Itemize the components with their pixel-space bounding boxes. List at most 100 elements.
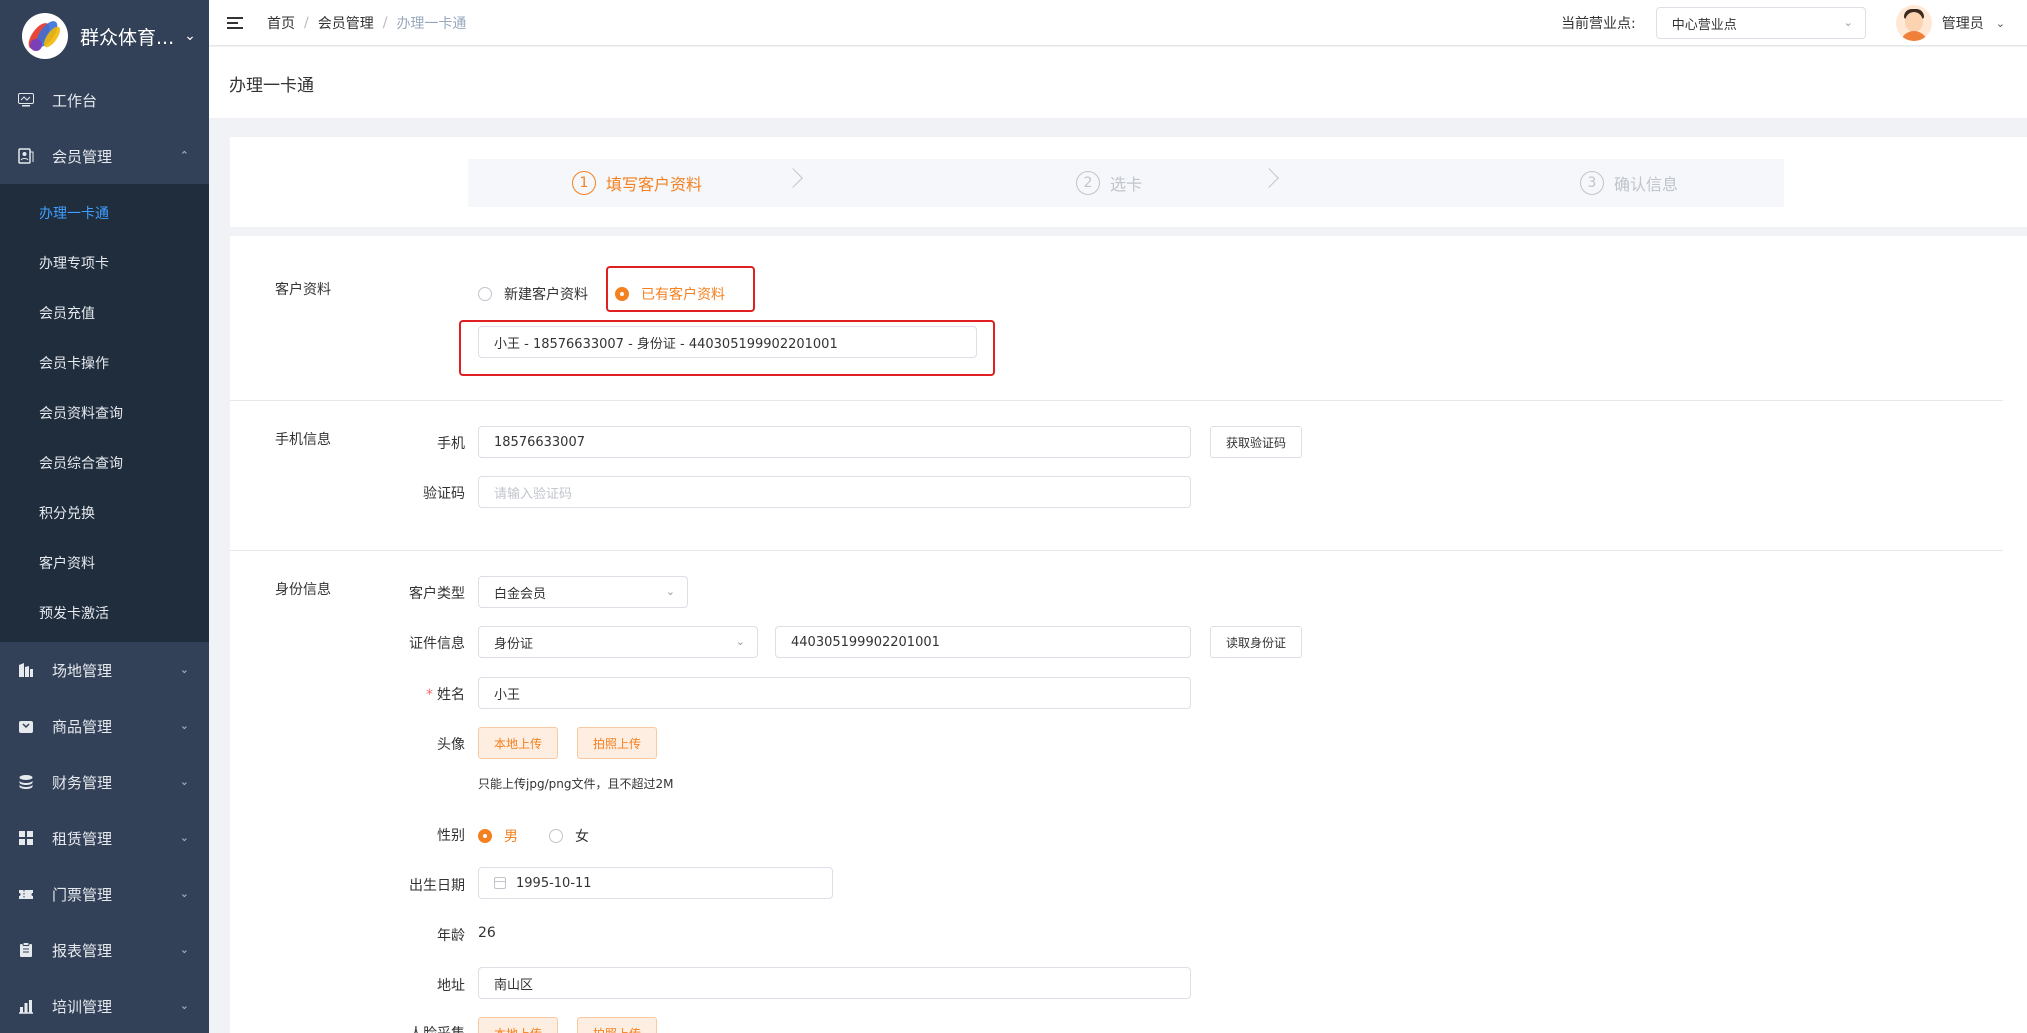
sidebar-sub-customers[interactable]: 客户资料 bbox=[0, 538, 209, 588]
birth-date-value: 1995-10-11 bbox=[516, 875, 592, 891]
section-customer: 客户资料 bbox=[275, 282, 331, 298]
phone-input[interactable]: 18576633007 bbox=[478, 426, 1191, 458]
radio-dot bbox=[615, 287, 629, 301]
breadcrumb-member[interactable]: 会员管理 bbox=[318, 13, 374, 33]
step-label: 确认信息 bbox=[1614, 175, 1679, 194]
sidebar-item-training[interactable]: 培训管理 ⌄ bbox=[0, 978, 209, 1033]
read-id-button[interactable]: 读取身份证 bbox=[1210, 626, 1303, 658]
sidebar-item-label: 会员管理 bbox=[52, 147, 113, 166]
get-code-button[interactable]: 获取验证码 bbox=[1210, 426, 1303, 458]
chevron-down-icon[interactable]: ⌄ bbox=[184, 28, 196, 44]
sidebar-item-label: 商品管理 bbox=[52, 717, 113, 736]
chevron-down-icon: ⌄ bbox=[179, 775, 189, 788]
chevron-down-icon[interactable]: ⌄ bbox=[1996, 17, 2005, 30]
sidebar-item-label: 门票管理 bbox=[52, 885, 113, 904]
radio-gender-female[interactable]: 女 bbox=[549, 826, 589, 846]
calendar-icon bbox=[494, 877, 506, 889]
step-select-card: 2 选卡 bbox=[1076, 171, 1142, 195]
store-label: 当前营业点: bbox=[1561, 16, 1636, 32]
face-local-upload-button[interactable]: 本地上传 bbox=[478, 1017, 559, 1033]
breadcrumb: 首页 / 会员管理 / 办理一卡通 bbox=[267, 13, 466, 33]
code-input[interactable]: 请输入验证码 bbox=[478, 476, 1191, 508]
finance-icon bbox=[18, 774, 34, 790]
venue-icon bbox=[18, 662, 34, 678]
steps-bar: 1 填写客户资料 2 选卡 3 确认信息 bbox=[468, 159, 1784, 207]
radio-label: 女 bbox=[575, 829, 589, 845]
code-placeholder: 请输入验证码 bbox=[494, 486, 573, 502]
face-label: 人脸采集 bbox=[375, 1023, 465, 1033]
page-title: 办理一卡通 bbox=[229, 76, 314, 96]
chevron-down-icon: ⌄ bbox=[179, 719, 189, 732]
chevron-down-icon: ⌄ bbox=[179, 663, 189, 676]
admin-name[interactable]: 管理员 bbox=[1942, 13, 1984, 33]
step-number: 2 bbox=[1076, 171, 1100, 195]
name-input[interactable]: 小王 bbox=[478, 677, 1191, 709]
gender-label: 性别 bbox=[437, 828, 465, 844]
member-submenu: 办理一卡通 办理专项卡 会员充值 会员卡操作 会员资料查询 会员综合查询 积分兑… bbox=[0, 184, 209, 642]
address-label: 地址 bbox=[437, 978, 465, 994]
training-icon bbox=[18, 998, 34, 1014]
steps-card: 1 填写客户资料 2 选卡 3 确认信息 bbox=[230, 137, 2027, 227]
report-icon bbox=[18, 942, 34, 958]
breadcrumb-separator: / bbox=[382, 14, 388, 31]
avatar-label: 头像 bbox=[437, 737, 465, 753]
face-photo-upload-button[interactable]: 拍照上传 bbox=[577, 1017, 658, 1033]
id-number-input[interactable]: 440305199902201001 bbox=[775, 626, 1191, 658]
avatar-photo-upload-button[interactable]: 拍照上传 bbox=[577, 727, 658, 759]
birth-date-input[interactable]: 1995-10-11 bbox=[478, 867, 833, 899]
sidebar-sub-member-query[interactable]: 会员资料查询 bbox=[0, 388, 209, 438]
required-mark: * bbox=[426, 687, 433, 703]
chevron-down-icon: ⌄ bbox=[735, 635, 745, 648]
sidebar-item-report[interactable]: 报表管理 ⌄ bbox=[0, 922, 209, 978]
store-select-value: 中心营业点 bbox=[1671, 17, 1737, 33]
radio-new-customer[interactable]: 新建客户资料 bbox=[478, 284, 588, 304]
radio-existing-customer[interactable]: 已有客户资料 bbox=[615, 284, 725, 304]
phone-label: 手机 bbox=[437, 436, 465, 452]
header-right: 当前营业点: 中心营业点 ⌄ 管理员 ⌄ bbox=[1561, 0, 2005, 46]
sidebar-item-label: 培训管理 bbox=[52, 997, 113, 1016]
sidebar-item-label: 报表管理 bbox=[52, 941, 113, 960]
radio-gender-male[interactable]: 男 bbox=[478, 826, 518, 846]
sidebar-sub-activate[interactable]: 预发卡激活 bbox=[0, 588, 209, 638]
avatar-local-upload-button[interactable]: 本地上传 bbox=[478, 727, 559, 759]
sidebar-item-workbench[interactable]: 工作台 bbox=[0, 72, 209, 128]
id-info-label: 证件信息 bbox=[409, 636, 465, 652]
id-type-select[interactable]: 身份证 ⌄ bbox=[478, 626, 758, 658]
existing-customer-select[interactable]: 小王 - 18576633007 - 身份证 - 440305199902201… bbox=[478, 326, 977, 358]
menu-toggle-icon[interactable] bbox=[227, 14, 243, 32]
birth-label: 出生日期 bbox=[409, 878, 465, 894]
sidebar-sub-general-query[interactable]: 会员综合查询 bbox=[0, 438, 209, 488]
sidebar-sub-special-card[interactable]: 办理专项卡 bbox=[0, 238, 209, 288]
sidebar-item-lease[interactable]: 租赁管理 ⌄ bbox=[0, 810, 209, 866]
store-select[interactable]: 中心营业点 ⌄ bbox=[1655, 7, 1866, 39]
chevron-down-icon: ⌄ bbox=[665, 585, 675, 598]
sidebar-item-label: 租赁管理 bbox=[52, 829, 113, 848]
customer-type-value: 白金会员 bbox=[494, 586, 547, 602]
code-label: 验证码 bbox=[423, 486, 465, 502]
monitor-icon bbox=[18, 92, 34, 108]
name-value: 小王 bbox=[494, 687, 521, 703]
upload-hint: 只能上传jpg/png文件，且不超过2M bbox=[478, 777, 674, 791]
sidebar-item-goods[interactable]: 商品管理 ⌄ bbox=[0, 698, 209, 754]
step-label: 选卡 bbox=[1110, 175, 1143, 194]
address-input[interactable]: 南山区 bbox=[478, 967, 1191, 999]
sidebar-item-finance[interactable]: 财务管理 ⌄ bbox=[0, 754, 209, 810]
sidebar: 群众体育... ⌄ 工作台 会员管理 ⌃ 办理一卡通 办理专项卡 会员充值 会员… bbox=[0, 0, 209, 1033]
customer-type-select[interactable]: 白金会员 ⌄ bbox=[478, 576, 688, 608]
sidebar-item-venue[interactable]: 场地管理 ⌄ bbox=[0, 642, 209, 698]
sidebar-sub-points[interactable]: 积分兑换 bbox=[0, 488, 209, 538]
breadcrumb-current: 办理一卡通 bbox=[396, 15, 467, 32]
id-number-value: 440305199902201001 bbox=[791, 634, 940, 650]
radio-label: 新建客户资料 bbox=[504, 287, 588, 303]
sidebar-sub-card-ops[interactable]: 会员卡操作 bbox=[0, 338, 209, 388]
sidebar-sub-recharge[interactable]: 会员充值 bbox=[0, 288, 209, 338]
avatar[interactable] bbox=[1895, 5, 1932, 41]
breadcrumb-home[interactable]: 首页 bbox=[267, 13, 295, 33]
step-arrow-icon bbox=[1259, 168, 1279, 188]
brand[interactable]: 群众体育... ⌄ bbox=[0, 0, 209, 72]
name-label: * 姓名 bbox=[375, 684, 465, 704]
section-phone: 手机信息 bbox=[275, 432, 331, 448]
sidebar-item-ticket[interactable]: 门票管理 ⌄ bbox=[0, 866, 209, 922]
sidebar-sub-card[interactable]: 办理一卡通 bbox=[0, 188, 209, 238]
sidebar-item-member[interactable]: 会员管理 ⌃ bbox=[0, 128, 209, 184]
